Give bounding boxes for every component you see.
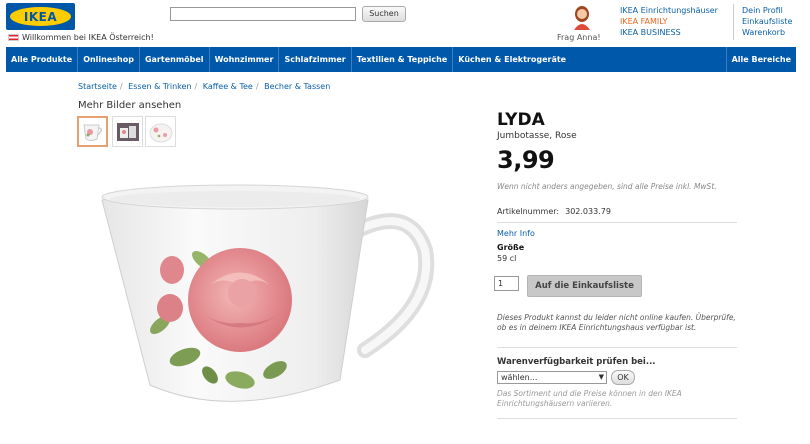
size-value: 59 cl [497,254,517,263]
link-stores[interactable]: IKEA Einrichtungshäuser [620,5,718,16]
breadcrumb-item[interactable]: Kaffee & Tee [203,82,253,91]
breadcrumb-item[interactable]: Essen & Trinken [128,82,191,91]
size-label: Größe [497,243,525,252]
main-nav: Alle Produkte Onlineshop Gartenmöbel Woh… [6,47,796,72]
link-ikea-family[interactable]: IKEA FAMILY [620,16,718,27]
article-number: Artikelnummer: 302.033.79 [497,207,611,216]
divider [497,347,737,348]
store-select[interactable]: wählen... ▼ [497,371,607,384]
unavailable-note: Dieses Produkt kannst du leider nicht on… [497,313,736,332]
add-to-shopping-list-button[interactable]: Auf die Einkaufsliste [527,275,642,297]
anna-avatar-icon[interactable] [571,4,593,30]
welcome-text: Willkommen bei IKEA Österreich! [22,33,154,42]
nav-living-room[interactable]: Wohnzimmer [210,47,280,72]
divider [497,418,737,419]
product-name: LYDA [497,110,545,130]
availability-title: Warenverfügbarkeit prüfen bei... [497,357,656,367]
product-description: Jumbotasse, Rose [497,131,577,141]
breadcrumb-item[interactable]: Startseite [78,82,117,91]
store-links: IKEA Einrichtungshäuser IKEA FAMILY IKEA… [620,5,718,38]
ask-anna-link[interactable]: Frag Anna! [557,33,601,42]
logo-text: IKEA [23,9,58,24]
thumbnail-cup[interactable] [77,116,108,147]
thumbnail-set[interactable] [112,116,143,147]
price-note: Wenn nicht anders angegeben, sind alle P… [497,182,717,191]
link-ikea-business[interactable]: IKEA BUSINESS [620,27,718,38]
nav-textiles[interactable]: Textilien & Teppiche [352,47,454,72]
link-shopping-list[interactable]: Einkaufsliste [742,16,792,27]
chevron-down-icon: ▼ [598,373,604,381]
search-input[interactable] [170,7,356,21]
ikea-logo[interactable]: IKEA [6,3,75,30]
divider [497,222,737,223]
nav-bedroom[interactable]: Schlafzimmer [279,47,352,72]
product-price: 3,99 [497,146,555,174]
link-cart[interactable]: Warenkorb [742,27,792,38]
search-button[interactable]: Suchen [362,6,406,22]
ok-button[interactable]: OK [611,370,635,385]
availability-note: Das Sortiment und die Preise können in d… [497,389,682,408]
quantity-input[interactable]: 1 [494,276,519,291]
nav-onlineshop[interactable]: Onlineshop [78,47,140,72]
breadcrumb: Startseite / Essen & Trinken / Kaffee & Te… [78,82,331,91]
nav-kitchen[interactable]: Küchen & Elektrogeräte [453,47,571,72]
nav-garden[interactable]: Gartenmöbel [140,47,210,72]
article-label: Artikelnummer: [497,207,560,216]
store-select-value: wählen... [501,373,538,382]
account-links: Dein Profil Einkaufsliste Warenkorb [742,5,792,38]
thumbnail-plate[interactable] [145,116,176,147]
breadcrumb-item[interactable]: Becher & Tassen [264,82,330,91]
nav-all-areas[interactable]: Alle Bereiche [725,47,796,72]
more-info-link[interactable]: Mehr Info [497,229,535,238]
austria-flag-icon [8,34,19,41]
link-profile[interactable]: Dein Profil [742,5,792,16]
product-image [101,184,435,402]
article-value: 302.033.79 [565,207,611,216]
nav-all-products[interactable]: Alle Produkte [6,47,79,72]
header-divider [733,4,734,40]
more-images-label: Mehr Bilder ansehen [78,100,182,111]
